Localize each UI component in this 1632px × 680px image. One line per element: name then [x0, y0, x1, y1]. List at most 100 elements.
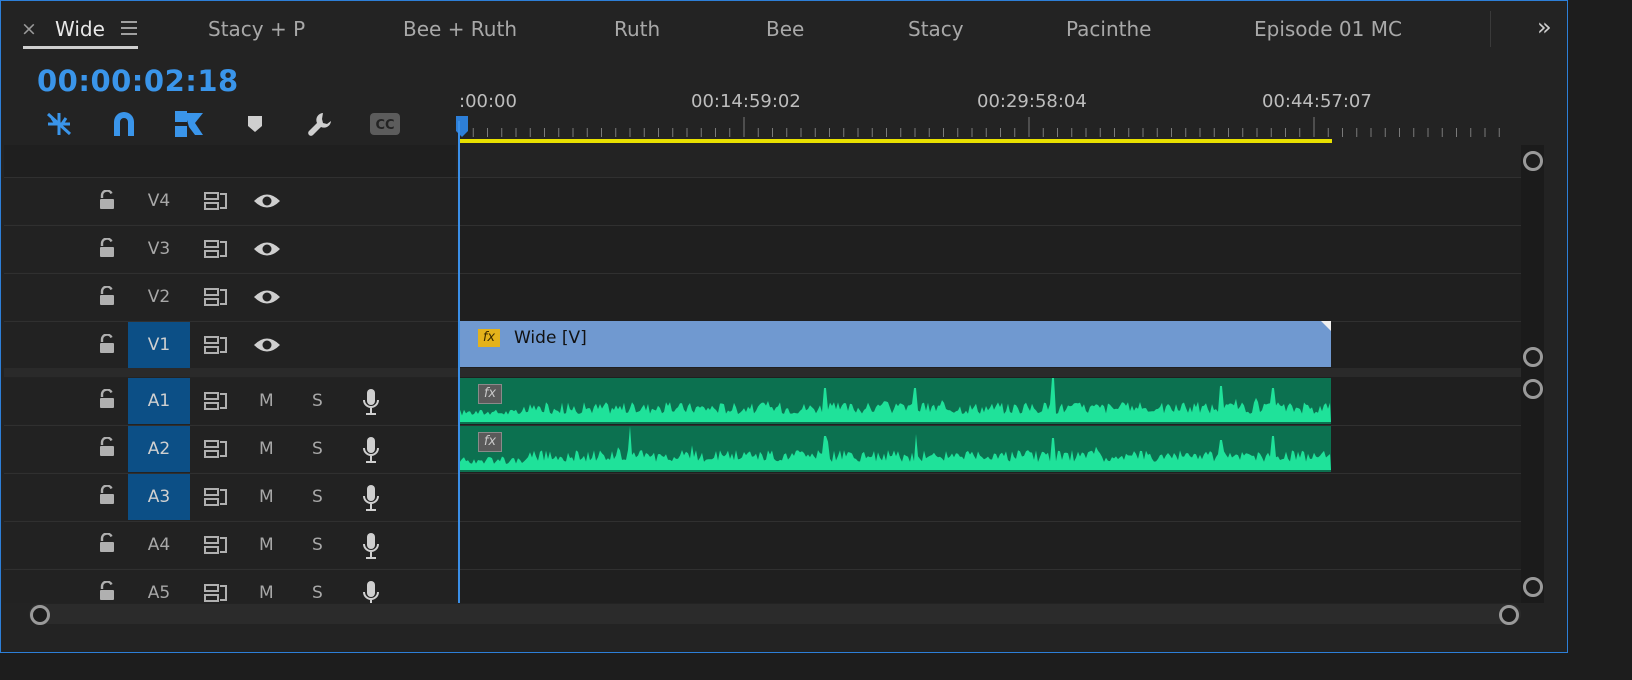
ruler-label-15min: 00:14:59:02	[691, 91, 801, 112]
fx-badge[interactable]: fx	[478, 384, 502, 404]
tab-bee[interactable]: Bee	[766, 17, 804, 41]
playhead-timecode[interactable]: 00:00:02:18	[37, 64, 239, 98]
track-divider	[4, 569, 1521, 570]
track-name-a4[interactable]: A4	[128, 522, 190, 568]
mute-track-button[interactable]: M	[259, 391, 274, 411]
audio-clip-a1[interactable]: fx	[460, 378, 1331, 424]
solo-track-button[interactable]: S	[312, 487, 323, 507]
tab-stacy[interactable]: Stacy	[908, 17, 964, 41]
zoom-right-handle[interactable]	[1499, 605, 1519, 625]
voice-over-record-icon[interactable]	[361, 580, 381, 603]
toggle-visibility-eye-icon[interactable]	[253, 240, 281, 258]
ruler-label-start: :00:00	[459, 91, 517, 112]
toggle-visibility-eye-icon[interactable]	[253, 336, 281, 354]
audio-clip-a2[interactable]: fx	[460, 426, 1331, 472]
close-tab-icon[interactable]: ×	[21, 18, 37, 40]
tab-pacinthe[interactable]: Pacinthe	[1066, 17, 1151, 41]
tab-bee-ruth[interactable]: Bee + Ruth	[403, 17, 517, 41]
tab-episode-01-mc[interactable]: Episode 01 MC	[1254, 17, 1402, 41]
track-name-v1[interactable]: V1	[128, 322, 190, 368]
track-name-a2[interactable]: A2	[128, 426, 190, 472]
linked-selection-icon[interactable]	[173, 108, 205, 140]
sync-lock-icon[interactable]	[204, 335, 228, 355]
ruler-label-30min: 00:29:58:04	[977, 91, 1087, 112]
audio-scroll-bottom-handle[interactable]	[1523, 577, 1543, 597]
sync-lock-icon[interactable]	[204, 487, 228, 507]
playhead-handle[interactable]	[454, 115, 470, 139]
track-name-a5[interactable]: A5	[128, 570, 190, 603]
mute-track-button[interactable]: M	[259, 535, 274, 555]
lock-track-icon[interactable]	[98, 238, 116, 258]
sync-lock-icon[interactable]	[204, 191, 228, 211]
video-audio-divider[interactable]	[4, 368, 1521, 377]
playhead-line[interactable]	[458, 121, 460, 603]
track-header-v4: V4	[4, 178, 456, 224]
audio-waveform	[460, 378, 1331, 422]
captions-icon[interactable]: CC	[369, 108, 401, 140]
active-tab-indicator	[23, 46, 138, 49]
mute-track-button[interactable]: M	[259, 583, 274, 603]
video-scroll-bottom-handle[interactable]	[1523, 347, 1543, 367]
voice-over-record-icon[interactable]	[361, 484, 381, 512]
solo-track-button[interactable]: S	[312, 391, 323, 411]
sync-lock-icon[interactable]	[204, 583, 228, 603]
audio-waveform	[460, 426, 1331, 470]
waveform-shape	[460, 378, 1331, 422]
sync-lock-icon[interactable]	[204, 287, 228, 307]
nest-toggle-icon[interactable]	[43, 108, 75, 140]
track-header-v2: V2	[4, 274, 456, 320]
video-clip-wide[interactable]: fx Wide [V]	[460, 321, 1331, 367]
zoom-left-handle[interactable]	[30, 605, 50, 625]
lock-track-icon[interactable]	[98, 533, 116, 553]
clip-name: Wide [V]	[514, 328, 587, 348]
ruler-label-45min: 00:44:57:07	[1262, 91, 1372, 112]
track-divider	[4, 473, 1521, 474]
track-name-v2[interactable]: V2	[128, 274, 190, 320]
track-divider	[4, 521, 1521, 522]
work-area-bar[interactable]	[459, 139, 1332, 143]
voice-over-record-icon[interactable]	[361, 436, 381, 464]
voice-over-record-icon[interactable]	[361, 388, 381, 416]
lock-track-icon[interactable]	[98, 389, 116, 409]
audio-scroll-top-handle[interactable]	[1523, 379, 1543, 399]
sync-lock-icon[interactable]	[204, 439, 228, 459]
vertical-zoom-scrollbar-track[interactable]	[1521, 145, 1544, 603]
lock-track-icon[interactable]	[98, 581, 116, 601]
tab-overflow-icon[interactable]: »	[1537, 13, 1552, 41]
sync-lock-icon[interactable]	[204, 239, 228, 259]
track-divider	[4, 225, 1521, 226]
lock-track-icon[interactable]	[98, 334, 116, 354]
track-name-a1[interactable]: A1	[128, 378, 190, 424]
track-name-v4[interactable]: V4	[128, 178, 190, 224]
toggle-visibility-eye-icon[interactable]	[253, 288, 281, 306]
tab-ruth[interactable]: Ruth	[614, 17, 660, 41]
track-divider	[4, 177, 1521, 178]
lock-track-icon[interactable]	[98, 437, 116, 457]
fx-badge[interactable]: fx	[478, 329, 500, 347]
tab-stacy-p[interactable]: Stacy + P	[208, 17, 305, 41]
mute-track-button[interactable]: M	[259, 487, 274, 507]
track-name-a3[interactable]: A3	[128, 474, 190, 520]
mute-track-button[interactable]: M	[259, 439, 274, 459]
add-marker-icon[interactable]	[239, 108, 271, 140]
lock-track-icon[interactable]	[98, 485, 116, 505]
time-ruler[interactable]	[459, 117, 1519, 139]
voice-over-record-icon[interactable]	[361, 532, 381, 560]
tab-menu-icon[interactable]	[121, 21, 137, 35]
fx-badge[interactable]: fx	[478, 432, 502, 452]
lock-track-icon[interactable]	[98, 190, 116, 210]
solo-track-button[interactable]: S	[312, 535, 323, 555]
toggle-visibility-eye-icon[interactable]	[253, 192, 281, 210]
sync-lock-icon[interactable]	[204, 391, 228, 411]
track-name-v3[interactable]: V3	[128, 226, 190, 272]
track-header-a4: A4 M S	[4, 522, 456, 568]
snap-magnet-icon[interactable]	[108, 108, 140, 140]
lock-track-icon[interactable]	[98, 286, 116, 306]
tab-wide[interactable]: Wide	[55, 17, 105, 41]
video-scroll-top-handle[interactable]	[1523, 151, 1543, 171]
solo-track-button[interactable]: S	[312, 439, 323, 459]
settings-wrench-icon[interactable]	[304, 108, 336, 140]
sync-lock-icon[interactable]	[204, 535, 228, 555]
horizontal-zoom-scrollbar[interactable]	[29, 604, 1521, 624]
solo-track-button[interactable]: S	[312, 583, 323, 603]
